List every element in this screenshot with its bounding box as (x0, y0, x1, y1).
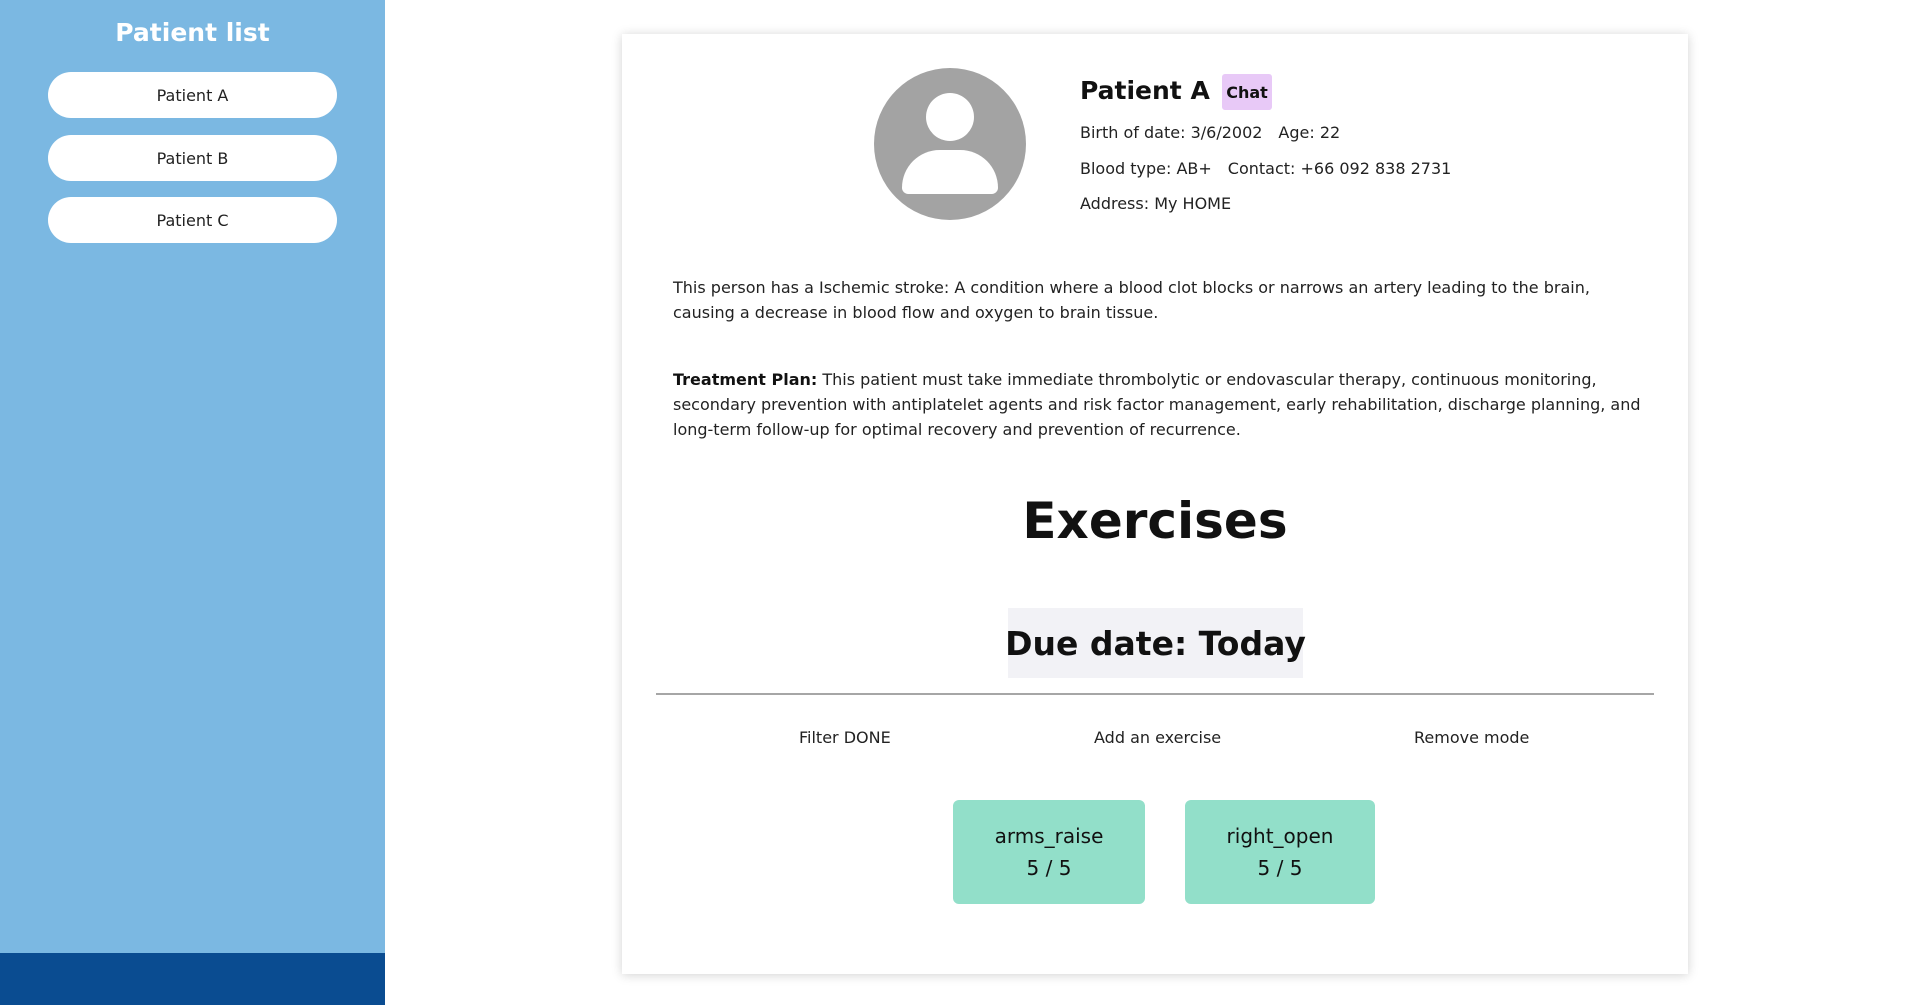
avatar-icon (874, 68, 1026, 220)
sidebar-footer (0, 953, 385, 1005)
chat-button[interactable]: Chat (1222, 74, 1272, 110)
info-line-address: Address: My HOME (1080, 194, 1231, 213)
exercise-tile-arms-raise[interactable]: arms_raise 5 / 5 (953, 800, 1145, 904)
patient-card: Patient A Chat Birth of date: 3/6/2002 Ag… (622, 34, 1688, 974)
treatment-plan-label: Treatment Plan: (673, 370, 818, 389)
patient-c-button[interactable]: Patient C (48, 197, 337, 243)
patient-a-button[interactable]: Patient A (48, 72, 337, 118)
add-exercise-button[interactable]: Add an exercise (1094, 728, 1221, 747)
exercise-tile-right-open[interactable]: right_open 5 / 5 (1185, 800, 1375, 904)
info-line-blood-contact: Blood type: AB+ Contact: +66 092 838 2731 (1080, 159, 1451, 178)
exercise-progress: 5 / 5 (1026, 856, 1072, 880)
patient-b-button[interactable]: Patient B (48, 135, 337, 181)
treatment-plan: Treatment Plan: This patient must take i… (673, 367, 1643, 442)
contact: Contact: +66 092 838 2731 (1227, 159, 1452, 178)
treatment-plan-text: This patient must take immediate thrombo… (673, 370, 1641, 439)
due-date: Due date: Today (1005, 608, 1306, 678)
age: Age: 22 (1278, 123, 1341, 142)
remove-mode-button[interactable]: Remove mode (1414, 728, 1529, 747)
divider (656, 693, 1654, 695)
sidebar: Patient list Patient A Patient B Patient… (0, 0, 385, 1005)
patient-name: Patient A (1080, 76, 1210, 105)
blood-type: Blood type: AB+ (1080, 159, 1212, 178)
info-line-birth-age: Birth of date: 3/6/2002 Age: 22 (1080, 123, 1340, 142)
exercise-name: right_open (1226, 824, 1334, 848)
exercise-name: arms_raise (994, 824, 1104, 848)
sidebar-title: Patient list (115, 18, 270, 47)
condition-description: This person has a Ischemic stroke: A con… (673, 278, 1590, 322)
filter-done-button[interactable]: Filter DONE (799, 728, 891, 747)
exercises-title: Exercises (1022, 492, 1288, 550)
exercise-progress: 5 / 5 (1257, 856, 1303, 880)
address: Address: My HOME (1080, 194, 1232, 213)
birth-date: Birth of date: 3/6/2002 (1080, 123, 1263, 142)
